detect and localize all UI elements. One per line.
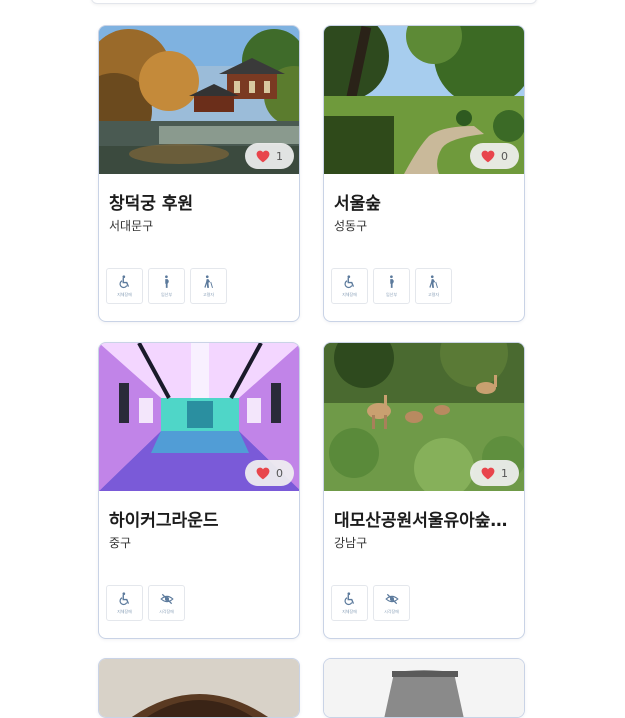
place-photo: 1	[99, 26, 299, 174]
accessibility-badges: 지체장애 시각장애	[331, 585, 410, 621]
like-count: 1	[276, 149, 283, 163]
place-photo: 1	[324, 343, 524, 491]
badge-label: 시각장애	[159, 609, 174, 614]
place-name: 창덕궁 후원	[109, 194, 194, 214]
pregnant-icon	[389, 275, 394, 288]
wheelchair-icon	[119, 592, 129, 606]
badge-label: 임산부	[385, 292, 398, 297]
badge-label: 고령자	[427, 292, 440, 297]
heart-icon	[481, 150, 495, 162]
badge-label: 지체장애	[342, 609, 357, 614]
place-card-partial[interactable]	[323, 658, 525, 718]
badge-wheelchair: 지체장애	[331, 585, 368, 621]
badge-label: 임산부	[160, 292, 173, 297]
place-name: 서울숲	[334, 194, 381, 214]
place-district: 강남구	[334, 536, 368, 550]
wheelchair-icon	[119, 275, 129, 289]
badge-wheelchair: 지체장애	[106, 268, 143, 304]
like-button[interactable]: 1	[470, 460, 519, 486]
badge-label: 지체장애	[117, 292, 132, 297]
heart-icon	[256, 150, 270, 162]
badge-visual: 시각장애	[373, 585, 410, 621]
badge-elderly: 고령자	[190, 268, 227, 304]
place-card-partial[interactable]	[98, 658, 300, 718]
badge-elderly: 고령자	[415, 268, 452, 304]
visual-impairment-icon	[159, 593, 174, 605]
badge-visual: 시각장애	[148, 585, 185, 621]
like-count: 0	[276, 466, 283, 480]
place-card[interactable]: 1 대모산공원서울유아숲체험원 강남구 지체장애 시각장애	[323, 342, 525, 639]
accessibility-badges: 지체장애 시각장애	[106, 585, 185, 621]
like-button[interactable]: 0	[470, 143, 519, 169]
place-district: 서대문구	[109, 219, 154, 233]
previous-card-edge	[91, 0, 537, 4]
wheelchair-icon	[344, 592, 354, 606]
place-name: 하이커그라운드	[109, 511, 219, 531]
place-photo: 0	[99, 343, 299, 491]
pregnant-icon	[164, 275, 169, 288]
badge-label: 지체장애	[342, 292, 357, 297]
badge-pregnant: 임산부	[148, 268, 185, 304]
place-name: 대모산공원서울유아숲체험원	[334, 511, 518, 531]
visual-impairment-icon	[384, 593, 399, 605]
like-button[interactable]: 1	[245, 143, 294, 169]
wheelchair-icon	[344, 275, 354, 289]
place-card[interactable]: 0 하이커그라운드 중구 지체장애 시각장애	[98, 342, 300, 639]
like-count: 0	[501, 149, 508, 163]
badge-label: 시각장애	[384, 609, 399, 614]
badge-wheelchair: 지체장애	[331, 268, 368, 304]
heart-icon	[256, 467, 270, 479]
accessibility-badges: 지체장애 임산부 고령자	[331, 268, 452, 304]
badge-label: 고령자	[202, 292, 215, 297]
like-button[interactable]: 0	[245, 460, 294, 486]
elderly-icon	[203, 275, 213, 288]
like-count: 1	[501, 466, 508, 480]
badge-wheelchair: 지체장애	[106, 585, 143, 621]
elderly-icon	[428, 275, 438, 288]
heart-icon	[481, 467, 495, 479]
place-district: 성동구	[334, 219, 368, 233]
accessibility-badges: 지체장애 임산부 고령자	[106, 268, 227, 304]
badge-label: 지체장애	[117, 609, 132, 614]
place-card[interactable]: 0 서울숲 성동구 지체장애 임산부 고령자	[323, 25, 525, 322]
badge-pregnant: 임산부	[373, 268, 410, 304]
place-district: 중구	[109, 536, 132, 550]
place-photo: 0	[324, 26, 524, 174]
place-card[interactable]: 1 창덕궁 후원 서대문구 지체장애 임산부 고령자	[98, 25, 300, 322]
